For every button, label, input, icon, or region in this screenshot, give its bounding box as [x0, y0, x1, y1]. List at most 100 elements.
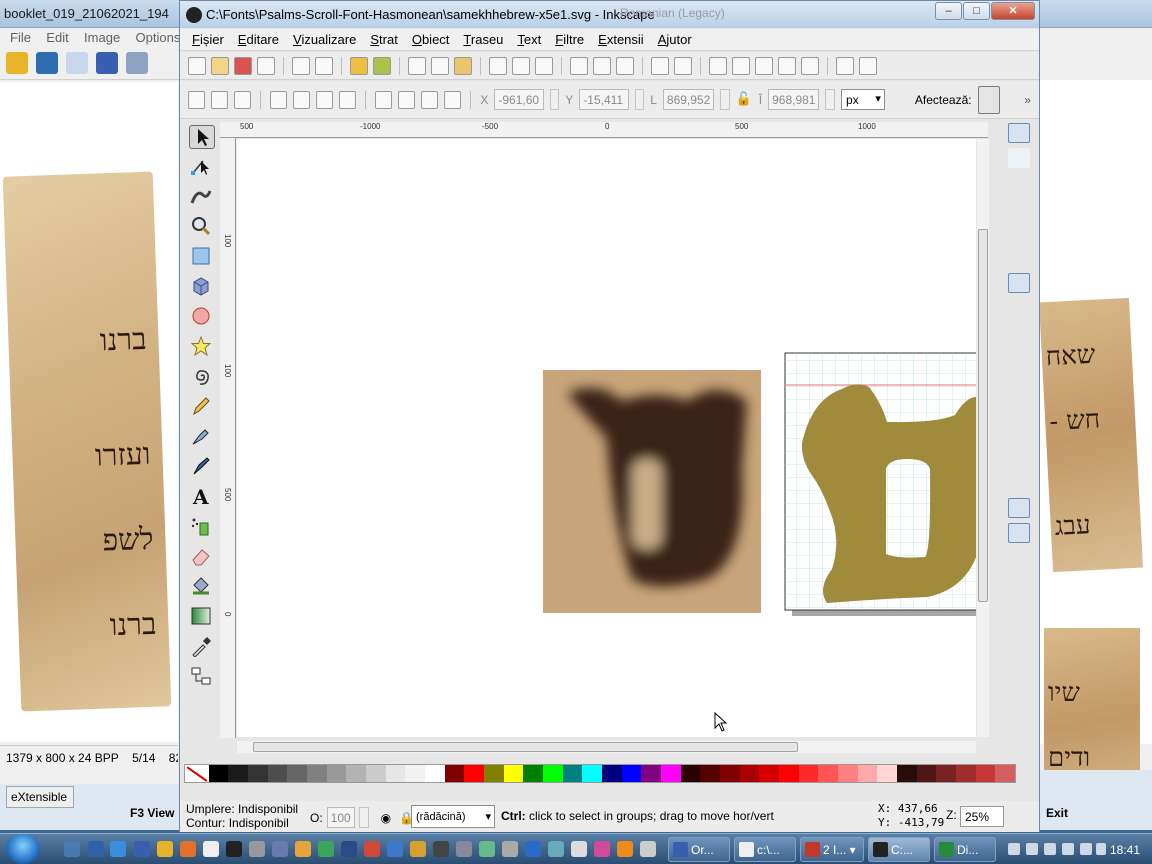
color-swatch[interactable] [897, 765, 917, 782]
zoom-page-icon[interactable] [535, 56, 553, 75]
color-swatch[interactable] [287, 765, 307, 782]
app-icon[interactable] [249, 841, 265, 857]
taskbar-button-active[interactable]: C:... [868, 837, 930, 862]
taskbar-button[interactable]: 2 I... ▾ [800, 837, 864, 862]
vertical-ruler[interactable]: 100 100 500 0 [220, 138, 236, 738]
snap-intersections-icon[interactable] [1008, 323, 1030, 343]
color-swatch[interactable] [405, 765, 425, 782]
app-icon[interactable] [548, 841, 564, 857]
print-icon[interactable] [257, 56, 275, 75]
color-swatch[interactable] [365, 765, 386, 782]
close-button[interactable]: ✕ [991, 2, 1035, 20]
fill-stroke-icon[interactable] [709, 56, 727, 75]
app-icon[interactable] [502, 841, 518, 857]
unit-select[interactable]: px [841, 89, 885, 110]
color-swatch[interactable] [759, 765, 780, 782]
taskbar-button[interactable]: c:\... [734, 837, 796, 862]
group-icon[interactable] [651, 56, 669, 75]
color-swatch[interactable] [680, 765, 701, 782]
color-swatch[interactable] [857, 765, 878, 782]
internet-explorer-icon[interactable] [110, 841, 126, 857]
taskbar-button[interactable]: Di... [934, 837, 996, 862]
color-swatch[interactable] [641, 765, 662, 782]
snap-grid-icon[interactable] [1008, 498, 1030, 518]
volume-icon[interactable] [1096, 843, 1106, 855]
color-swatch[interactable] [503, 765, 524, 782]
current-layer-select[interactable]: (rădăcină) [411, 805, 495, 828]
network-icon[interactable] [1062, 843, 1074, 855]
deselect-icon[interactable] [234, 90, 252, 109]
save-icon[interactable] [134, 841, 150, 857]
color-swatch[interactable] [995, 765, 1016, 782]
app-icon[interactable] [433, 841, 449, 857]
exit-key[interactable]: Exit [1046, 806, 1068, 820]
app-icon[interactable] [295, 841, 311, 857]
color-swatch[interactable] [975, 765, 996, 782]
menu-text[interactable]: Text [517, 32, 541, 50]
scale-stroke-toggle[interactable] [977, 85, 1001, 114]
app-icon[interactable] [525, 841, 541, 857]
paste-icon[interactable] [454, 56, 472, 75]
snap-guides-icon[interactable] [1008, 523, 1030, 543]
tray-icon[interactable] [1026, 843, 1038, 855]
color-swatch[interactable] [936, 765, 957, 782]
menu-file[interactable]: File [10, 30, 31, 45]
snap-paths-icon[interactable] [1008, 298, 1030, 318]
zoom-tool-icon[interactable] [189, 215, 215, 239]
app-icon[interactable] [456, 841, 472, 857]
fill-stroke-indicator[interactable]: Umplere: Indisponibil Contur: Indisponib… [186, 802, 298, 830]
drawing-canvas[interactable] [237, 139, 1049, 737]
raise-icon[interactable] [421, 90, 439, 109]
menu-edit[interactable]: Editare [238, 32, 279, 50]
background-window-right[interactable]: שאח - חש עבג שיו ודים Exit [1038, 0, 1152, 830]
color-swatch[interactable] [916, 765, 937, 782]
save-icon[interactable] [96, 52, 118, 74]
ungroup-icon[interactable] [674, 56, 692, 75]
snap-enable-icon[interactable] [1008, 123, 1030, 143]
spray-tool-icon[interactable] [189, 515, 215, 539]
color-swatch[interactable] [346, 765, 366, 782]
snap-smooth-nodes-icon[interactable] [1008, 373, 1030, 393]
color-swatch[interactable] [956, 765, 976, 782]
film-icon[interactable] [36, 52, 58, 74]
color-swatch[interactable] [562, 765, 583, 782]
opacity-spinner[interactable] [358, 807, 369, 828]
background-window-left[interactable]: booklet_019_21062021_194 File Edit Image… [0, 0, 180, 830]
horizontal-scrollbar[interactable] [237, 741, 976, 753]
snap-nodes-icon[interactable] [1008, 273, 1030, 293]
connector-tool-icon[interactable] [189, 665, 215, 689]
save-icon[interactable] [234, 56, 252, 75]
vertical-scrollbar[interactable] [977, 139, 989, 737]
clone-icon[interactable] [593, 56, 611, 75]
left-window-titlebar[interactable]: booklet_019_21062021_194 [0, 0, 179, 28]
snap-bbox-midpoints-icon[interactable] [1008, 223, 1030, 243]
open-folder-icon[interactable] [6, 52, 28, 74]
xml-editor-icon[interactable] [778, 56, 796, 75]
menu-object[interactable]: Obiect [412, 32, 450, 50]
node-tool-icon[interactable] [189, 155, 215, 179]
menu-file[interactable]: Fișier [192, 32, 224, 50]
export-icon[interactable] [315, 56, 333, 75]
rectangle-tool-icon[interactable] [189, 245, 215, 269]
zoom-drawing-icon[interactable] [512, 56, 530, 75]
color-swatch[interactable] [700, 765, 721, 782]
snap-bbox-icon[interactable] [1008, 148, 1030, 168]
canvas-drawing[interactable] [237, 139, 1049, 737]
terminal-icon[interactable] [226, 841, 242, 857]
menu-help[interactable]: Ajutor [658, 32, 692, 50]
horizontal-scroll-thumb[interactable] [253, 742, 798, 752]
layers-icon[interactable] [755, 56, 773, 75]
color-swatch[interactable] [798, 765, 819, 782]
menu-view[interactable]: Vizualizare [293, 32, 356, 50]
show-desktop-icon[interactable] [64, 841, 80, 857]
lock-icon[interactable]: 🔓 [736, 91, 753, 109]
x-spinner[interactable] [549, 89, 560, 110]
color-swatch[interactable] [818, 765, 839, 782]
flip-vertical-icon[interactable] [339, 90, 357, 109]
redo-icon[interactable] [373, 56, 391, 75]
color-swatch[interactable] [720, 765, 740, 782]
thumbnails-icon[interactable] [66, 52, 88, 74]
menu-filters[interactable]: Filtre [555, 32, 584, 50]
php-icon[interactable] [272, 841, 288, 857]
color-swatch[interactable] [838, 765, 858, 782]
